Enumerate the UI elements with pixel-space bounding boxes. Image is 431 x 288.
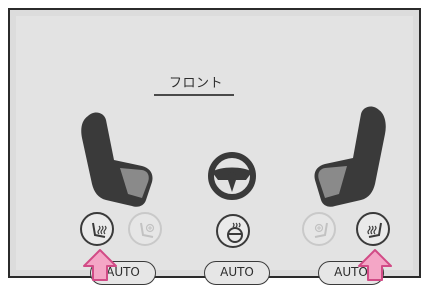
right-seat-ventilation-button[interactable] <box>302 212 336 246</box>
seat-heater-icon <box>92 222 107 238</box>
left-seat-icon <box>81 112 153 207</box>
left-seat-ventilation-button[interactable] <box>128 212 162 246</box>
steering-wheel-icon <box>208 152 256 200</box>
climate-panel: フロント AUTO AUTO AUTO <box>8 8 421 285</box>
right-seat-heater-button[interactable] <box>356 212 390 246</box>
seat-ventilation-icon <box>140 222 155 238</box>
left-seat-heater-button[interactable] <box>80 212 114 246</box>
seat-heater-icon <box>367 222 382 238</box>
pointer-arrow-icon <box>83 249 117 281</box>
center-auto-button[interactable]: AUTO <box>204 261 270 285</box>
zone-title: フロント <box>168 76 223 91</box>
zone-title-underline <box>154 94 234 96</box>
right-seat-icon <box>314 106 386 207</box>
steering-heater-button[interactable] <box>216 214 250 248</box>
steering-heater-icon <box>227 222 243 243</box>
pointer-arrow-icon <box>358 249 392 281</box>
seat-ventilation-icon <box>314 222 328 238</box>
front-seat-screen: フロント AUTO AUTO AUTO <box>16 16 413 285</box>
